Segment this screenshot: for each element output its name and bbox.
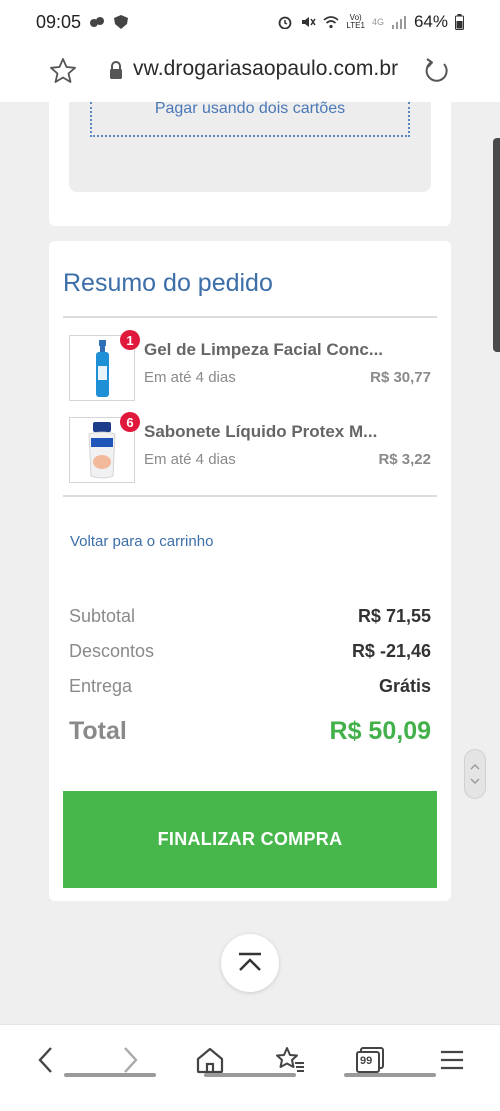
browser-bottom-nav: 99 (0, 1024, 500, 1111)
order-summary-title: Resumo do pedido (63, 269, 273, 297)
quantity-badge: 1 (120, 330, 140, 350)
product-price: R$ 3,22 (378, 451, 431, 468)
tabs-count: 99 (360, 1055, 373, 1067)
back-button[interactable] (28, 1042, 64, 1078)
home-icon (196, 1047, 224, 1074)
scroll-to-top-button[interactable] (221, 934, 279, 992)
alarm-icon (279, 16, 292, 29)
chevron-down-icon (470, 778, 480, 784)
battery-percent: 64% (413, 12, 448, 31)
battery-icon (455, 14, 464, 30)
discount-value: R$ -21,46 (351, 641, 431, 661)
pay-two-cards-button[interactable]: Pagar usando dois cartões (90, 100, 410, 137)
total-label: Total (69, 717, 127, 745)
shipping-label: Entrega (69, 676, 133, 696)
fast-scroll-handle[interactable] (464, 749, 486, 799)
order-summary-card: Resumo do pedido 1 Gel de Limpeza Facial… (49, 241, 451, 901)
notification-icon (90, 17, 105, 27)
subtotal-value: R$ 71,55 (357, 606, 431, 626)
gesture-bar (204, 1073, 296, 1077)
subtotal-row: Subtotal R$ 71,55 (69, 606, 431, 630)
menu-icon (441, 1050, 463, 1070)
gesture-bar (64, 1073, 156, 1077)
network-bottom: LTE1 (346, 21, 365, 30)
forward-icon (124, 1047, 138, 1073)
shipping-value: Grátis (378, 676, 431, 696)
finalize-purchase-label: FINALIZAR COMPRA (157, 829, 343, 849)
shipping-row: Entrega Grátis (69, 676, 431, 700)
discount-row: Descontos R$ -21,46 (69, 641, 431, 665)
delivery-eta: Em até 4 dias (144, 451, 236, 468)
lock-icon (110, 61, 122, 79)
finalize-purchase-button[interactable]: FINALIZAR COMPRA (63, 791, 437, 888)
divider (63, 316, 437, 318)
status-left: 09:05 (36, 12, 129, 33)
mute-icon (302, 17, 317, 27)
payment-card: Pagar usando dois cartões (49, 100, 451, 226)
delivery-eta: Em até 4 dias (144, 369, 236, 386)
status-time: 09:05 (36, 11, 82, 32)
total-row: Total R$ 50,09 (69, 717, 431, 749)
list-item[interactable]: 6 Sabonete Líquido Protex M... Em até 4 … (69, 412, 431, 483)
network-type: 4G (371, 17, 384, 27)
wifi-icon (323, 16, 339, 29)
back-to-cart-link[interactable]: Voltar para o carrinho (70, 533, 213, 550)
arrow-up-icon (239, 952, 261, 971)
pay-two-cards-label: Pagar usando dois cartões (154, 100, 346, 117)
product-name: Gel de Limpeza Facial Conc... (144, 340, 384, 359)
subtotal-label: Subtotal (69, 606, 136, 626)
quantity-badge: 6 (120, 412, 140, 432)
product-price: R$ 30,77 (370, 369, 431, 386)
shield-icon (114, 15, 129, 29)
browser-url-bar: vw.drogariasaopaulo.com.br (0, 44, 500, 102)
divider (63, 495, 437, 497)
list-item[interactable]: 1 Gel de Limpeza Facial Conc... Em até 4… (69, 330, 431, 401)
signal-icon (391, 16, 406, 29)
product-name: Sabonete Líquido Protex M... (144, 422, 378, 441)
reload-icon[interactable] (422, 56, 452, 86)
network-label: Vo) LTE1 (346, 14, 365, 30)
payment-options-box: Pagar usando dois cartões (69, 100, 431, 192)
gesture-bar (344, 1073, 436, 1077)
bookmark-star-icon[interactable] (48, 56, 78, 86)
bookmarks-icon (276, 1047, 304, 1072)
status-bar: 09:05 Vo) LTE1 4G 64% (0, 0, 500, 44)
status-right: Vo) LTE1 4G 64% (277, 12, 464, 32)
menu-button[interactable] (434, 1042, 470, 1078)
back-icon (38, 1047, 52, 1073)
url-text[interactable]: vw.drogariasaopaulo.com.br (133, 57, 398, 81)
total-value: R$ 50,09 (329, 717, 431, 745)
chevron-up-icon (470, 764, 480, 770)
discount-label: Descontos (69, 641, 155, 661)
edge-panel-handle[interactable] (493, 138, 500, 352)
